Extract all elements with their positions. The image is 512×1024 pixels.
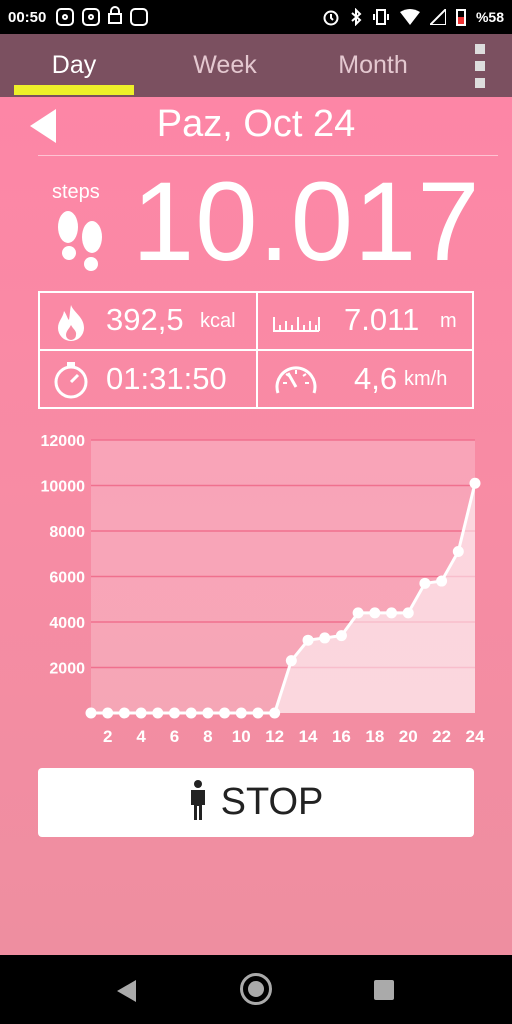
chart-data-point <box>302 634 314 646</box>
chart-data-point <box>168 707 180 719</box>
chart-data-point <box>335 630 347 642</box>
status-time: 00:50 <box>8 8 47 26</box>
chart-data-point <box>436 575 448 587</box>
recent-apps-icon[interactable] <box>374 980 394 1000</box>
stats-grid: 392,5 kcal 7.011 m 01:31:50 4,6 km/h <box>38 291 474 409</box>
wallet-icon <box>130 8 149 26</box>
x-tick-label: 6 <box>170 727 179 746</box>
status-bar: 00:50 %58 <box>0 0 512 34</box>
ruler-icon <box>272 311 320 338</box>
chart-data-point <box>202 707 214 719</box>
alarm-icon <box>322 8 340 26</box>
steps-label: steps <box>52 181 100 203</box>
wifi-icon <box>399 9 420 25</box>
divider <box>38 155 498 156</box>
distance-value: 7.011 <box>344 302 420 337</box>
person-icon <box>189 780 207 825</box>
footprints-icon <box>52 209 108 278</box>
no-signal-icon <box>429 9 446 25</box>
stopwatch-icon <box>52 361 90 404</box>
calories-value: 392,5 <box>106 302 184 337</box>
stop-button[interactable]: STOP <box>38 768 474 837</box>
active-tab-indicator <box>14 85 134 95</box>
duration-value: 01:31:50 <box>106 361 227 396</box>
y-tick-label: 10000 <box>41 479 86 496</box>
bluetooth-icon <box>350 8 362 26</box>
y-tick-label: 8000 <box>49 524 85 541</box>
duration-stat: 01:31:50 <box>40 351 256 407</box>
chart-data-point <box>219 707 231 719</box>
vibrate-icon <box>372 8 390 26</box>
battery-percent: %58 <box>475 9 504 25</box>
x-tick-label: 20 <box>399 727 418 746</box>
x-tick-label: 18 <box>365 727 384 746</box>
x-tick-label: 4 <box>136 727 146 746</box>
chart-data-point <box>252 707 264 719</box>
x-tick-label: 2 <box>103 727 112 746</box>
x-tick-label: 12 <box>265 727 284 746</box>
chart-data-point <box>419 577 431 589</box>
calories-stat: 392,5 kcal <box>40 293 256 349</box>
distance-stat: 7.011 m <box>258 293 472 349</box>
chart-data-point <box>352 607 364 619</box>
chart-data-point <box>269 707 281 719</box>
y-tick-label: 6000 <box>49 570 85 587</box>
lock-icon <box>108 6 123 28</box>
chart-data-point <box>235 707 247 719</box>
navigation-bar <box>0 955 512 1024</box>
chart-data-point <box>452 545 464 557</box>
x-tick-label: 22 <box>432 727 451 746</box>
chart-data-point <box>469 477 481 489</box>
x-tick-label: 14 <box>299 727 318 746</box>
chart-data-point <box>402 607 414 619</box>
date-title: Paz, Oct 24 <box>156 103 356 145</box>
x-tick-label: 8 <box>203 727 212 746</box>
chart-data-point <box>118 707 130 719</box>
speed-stat: 4,6 km/h <box>258 351 472 407</box>
x-tick-label: 24 <box>466 727 485 746</box>
stop-button-label: STOP <box>220 781 324 823</box>
chart-data-point <box>85 707 97 719</box>
steps-count: 10.017 <box>132 159 481 284</box>
chart-data-point <box>319 632 331 644</box>
overflow-menu-icon[interactable] <box>470 44 490 88</box>
steps-chart: 200040006000800010000120002 4 6 8 10 12 14 16 18… <box>41 433 485 746</box>
home-icon[interactable] <box>240 973 272 1005</box>
chart-data-point <box>369 607 381 619</box>
speed-value: 4,6 <box>354 361 398 396</box>
y-tick-label: 2000 <box>49 661 85 678</box>
calories-unit: kcal <box>200 310 236 332</box>
y-tick-label: 12000 <box>41 433 86 450</box>
chart-data-point <box>285 655 297 667</box>
back-icon[interactable] <box>117 980 136 1002</box>
instagram-icon <box>56 8 75 26</box>
tab-bar: Day Week Month <box>0 34 512 97</box>
speedometer-icon <box>272 361 320 402</box>
chart-data-point <box>152 707 164 719</box>
x-tick-label: 16 <box>332 727 351 746</box>
date-row: Paz, Oct 24 <box>0 97 512 155</box>
tab-week[interactable]: Week <box>160 34 290 97</box>
y-tick-label: 4000 <box>49 615 85 632</box>
tab-month[interactable]: Month <box>308 34 438 97</box>
flame-icon <box>54 303 88 346</box>
speed-unit: km/h <box>404 368 448 390</box>
chart-data-point <box>102 707 114 719</box>
chart-data-point <box>185 707 197 719</box>
main-content: Paz, Oct 24 steps 10.017 392,5 kcal 7.01… <box>0 97 512 955</box>
instagram-icon <box>82 8 101 26</box>
distance-unit: m <box>440 310 457 332</box>
battery-icon <box>455 8 466 26</box>
chart-data-point <box>135 707 147 719</box>
chart-data-point <box>386 607 398 619</box>
x-tick-label: 10 <box>232 727 251 746</box>
